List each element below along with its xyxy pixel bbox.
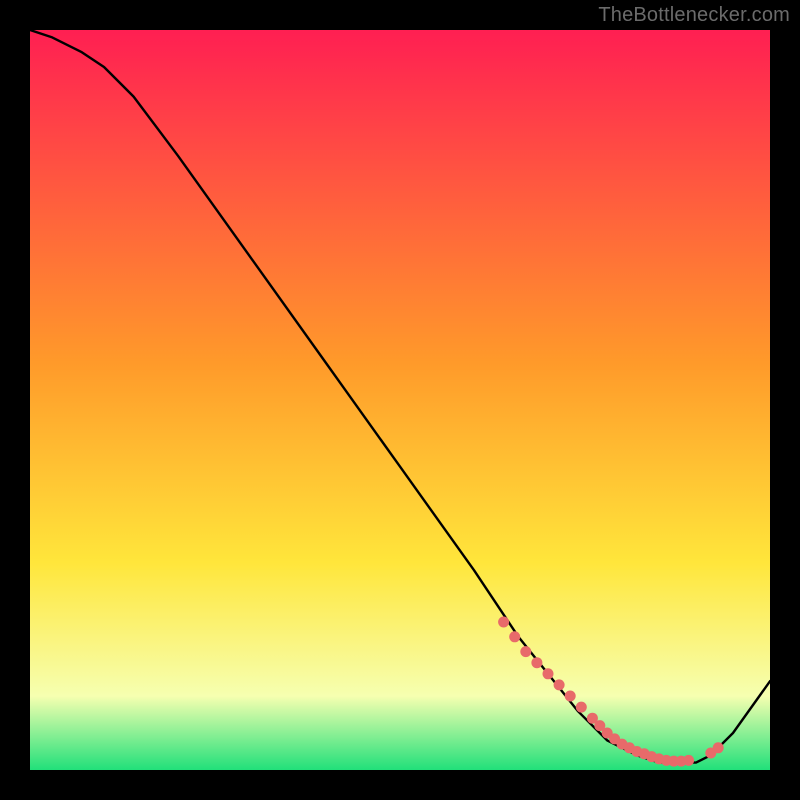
marker-dot	[531, 657, 542, 668]
marker-dot	[520, 646, 531, 657]
gradient-background	[30, 30, 770, 770]
marker-dot	[683, 755, 694, 766]
marker-dot	[509, 631, 520, 642]
marker-dot	[554, 679, 565, 690]
marker-dot	[713, 742, 724, 753]
chart-plot-area	[30, 30, 770, 770]
chart-svg	[30, 30, 770, 770]
marker-dot	[565, 691, 576, 702]
marker-dot	[498, 617, 509, 628]
chart-stage: TheBottlenecker.com	[0, 0, 800, 800]
watermark-text: TheBottlenecker.com	[598, 4, 790, 27]
marker-dot	[543, 668, 554, 679]
marker-dot	[576, 702, 587, 713]
